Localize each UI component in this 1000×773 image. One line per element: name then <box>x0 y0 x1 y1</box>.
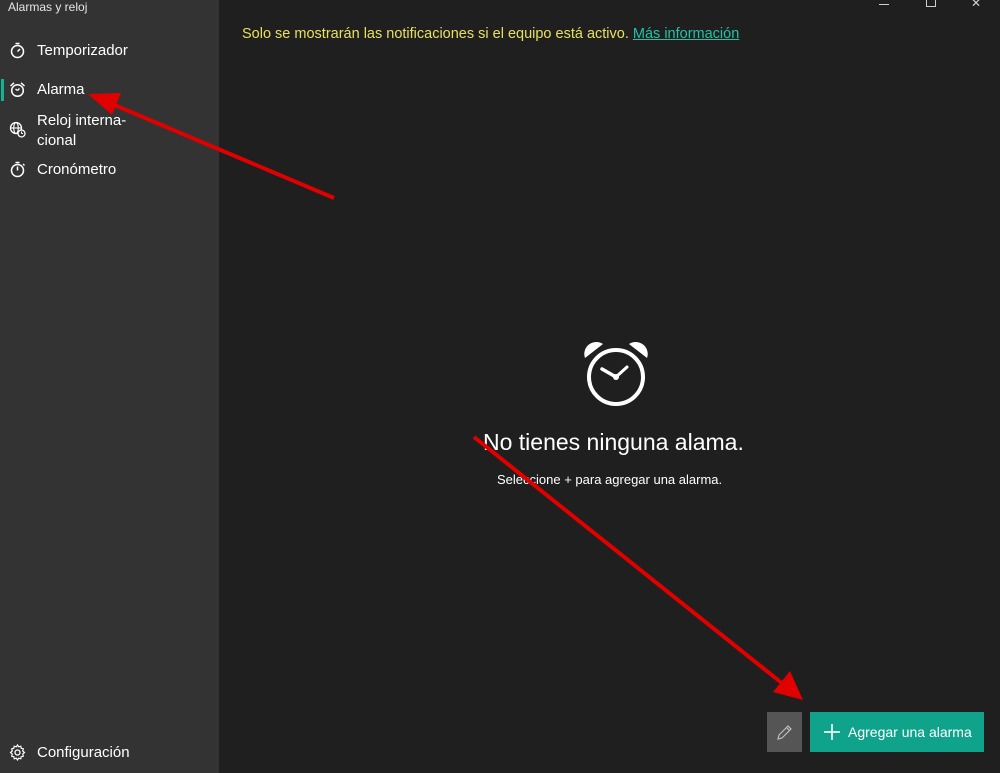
notice-text: Solo se mostrarán las notificaciones si … <box>242 26 629 42</box>
app-window: Alarmas y reloj Temporizador Alarma Relo… <box>0 0 1000 773</box>
sidebar-item-label: Temporizador <box>37 42 128 59</box>
close-button[interactable]: ✕ <box>954 0 1000 10</box>
add-alarm-label: Agregar una alarma <box>848 724 972 740</box>
sidebar-item-label: Reloj interna- cional <box>37 112 127 149</box>
active-indicator <box>1 79 4 101</box>
empty-state-subtitle: Seleccione + para agregar una alarma. <box>497 472 723 487</box>
add-alarm-button[interactable]: Agregar una alarma <box>810 712 984 752</box>
sidebar-item-label: Configuración <box>37 744 130 761</box>
app-title: Alarmas y reloj <box>8 0 88 14</box>
edit-button[interactable] <box>767 712 802 752</box>
stopwatch-icon <box>9 161 26 178</box>
empty-state-title: No tienes ninguna alama. <box>483 429 744 455</box>
close-icon: ✕ <box>971 0 982 10</box>
pencil-icon <box>777 725 792 740</box>
alarm-clock-icon <box>9 81 26 98</box>
sidebar-item-cronometro[interactable]: Cronómetro <box>0 159 219 183</box>
sidebar-item-alarma[interactable]: Alarma <box>0 79 219 103</box>
timer-icon <box>9 42 26 59</box>
gear-icon <box>9 743 26 762</box>
notification-notice: Solo se mostrarán las notificaciones si … <box>242 26 739 42</box>
minimize-icon <box>879 4 889 5</box>
sidebar-item-reloj-internacional[interactable]: Reloj interna- cional <box>0 111 219 151</box>
sidebar-item-label: Alarma <box>37 81 85 98</box>
minimize-button[interactable] <box>862 0 908 10</box>
sidebar-item-label: Cronómetro <box>37 161 117 178</box>
alarm-clock-icon <box>581 340 651 410</box>
more-info-link[interactable]: Más información <box>633 26 739 42</box>
world-clock-icon <box>9 121 26 138</box>
maximize-icon <box>926 0 936 7</box>
sidebar-item-configuracion[interactable]: Configuración <box>0 742 219 766</box>
sidebar: Alarmas y reloj Temporizador Alarma Relo… <box>0 0 219 773</box>
maximize-button[interactable] <box>908 0 954 10</box>
plus-icon <box>824 724 840 740</box>
sidebar-item-temporizador[interactable]: Temporizador <box>0 40 219 64</box>
window-controls: ✕ <box>862 0 1000 10</box>
